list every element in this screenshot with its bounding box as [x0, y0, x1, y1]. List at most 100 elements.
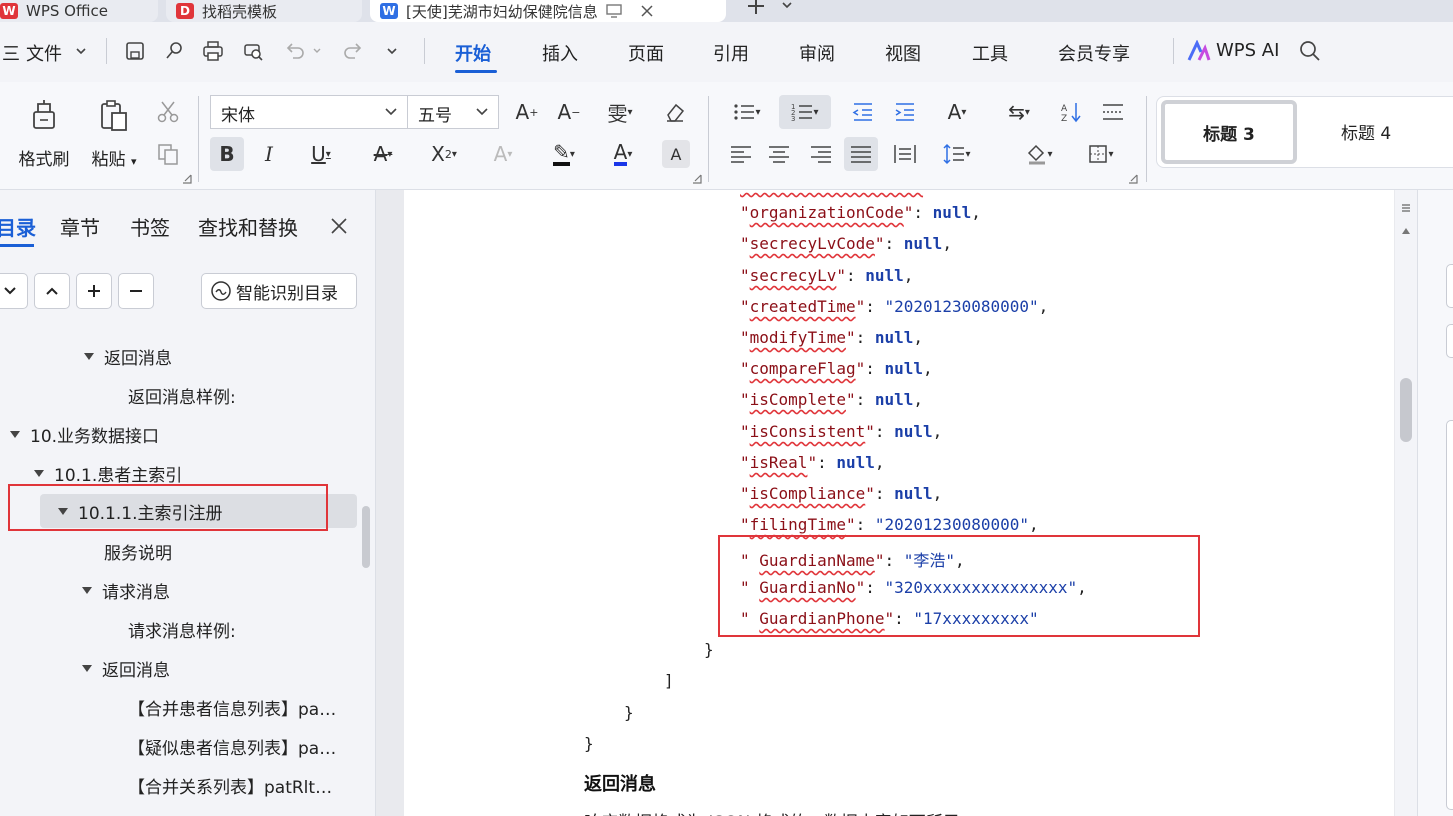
- toc-item[interactable]: 【疑似患者信息列表】pa…: [128, 729, 336, 763]
- search-icon[interactable]: [1299, 40, 1321, 62]
- new-tab-plus-icon[interactable]: [746, 0, 766, 16]
- toc-item[interactable]: 【合并患者信息列表】pa…: [128, 690, 336, 724]
- sort-icon[interactable]: AZ: [1054, 95, 1088, 129]
- toc-item[interactable]: 返回消息: [82, 651, 170, 685]
- collapse-down-button[interactable]: [0, 273, 28, 309]
- tab-current-document[interactable]: W [天使]芜湖市妇幼保健院信息: [370, 0, 726, 22]
- style-heading-3[interactable]: 标题 3: [1161, 100, 1297, 164]
- align-left-icon[interactable]: [724, 137, 758, 171]
- copy-icon[interactable]: [156, 142, 180, 166]
- tab-insert[interactable]: 插入: [542, 40, 578, 66]
- increase-font-icon[interactable]: A +: [510, 95, 544, 129]
- expand-arrow-icon[interactable]: [10, 430, 20, 438]
- line-spacing-icon[interactable]: ▾: [934, 137, 980, 171]
- highlight-color-icon[interactable]: ✎ ▾: [540, 137, 588, 171]
- chevron-down-icon[interactable]: [312, 46, 322, 56]
- bold-icon[interactable]: B: [210, 137, 244, 171]
- tab-bookmarks[interactable]: 书签: [130, 212, 170, 241]
- toc-item[interactable]: 服务说明: [104, 534, 172, 568]
- text-direction-icon[interactable]: ⇆ ▾: [996, 95, 1042, 129]
- chevron-down-icon[interactable]: [780, 0, 794, 12]
- phonetic-guide-icon[interactable]: 雯 ▾: [598, 95, 642, 129]
- redo-icon[interactable]: [342, 40, 364, 62]
- borders-icon[interactable]: ▾: [1078, 137, 1124, 171]
- style-heading-4[interactable]: 标题 4: [1341, 119, 1391, 144]
- italic-icon[interactable]: I: [252, 137, 286, 171]
- strikethrough-icon[interactable]: A ▾: [360, 137, 406, 171]
- numbered-list-icon[interactable]: 1 2 3 ▾: [779, 95, 831, 129]
- paste-button[interactable]: 粘贴 ▾: [84, 98, 144, 170]
- tab-review[interactable]: 审阅: [799, 40, 835, 66]
- dialog-launcher-icon[interactable]: [1128, 174, 1138, 184]
- character-shading-icon[interactable]: A: [662, 140, 690, 168]
- expand-arrow-icon[interactable]: [82, 664, 92, 672]
- close-tab-icon[interactable]: [640, 4, 654, 18]
- smart-toc-button[interactable]: 智能识别目录: [201, 273, 357, 309]
- share-link-icon[interactable]: [163, 40, 185, 62]
- file-menu[interactable]: 文件: [26, 40, 62, 66]
- scroll-up-icon[interactable]: [1401, 226, 1411, 236]
- side-panel-control[interactable]: [1446, 324, 1453, 358]
- toc-item[interactable]: 返回消息: [84, 339, 172, 373]
- show-marks-icon[interactable]: [1096, 95, 1130, 129]
- move-up-button[interactable]: [34, 273, 70, 309]
- dialog-launcher-icon[interactable]: [182, 174, 192, 184]
- increase-indent-icon[interactable]: [888, 95, 922, 129]
- hamburger-menu-icon[interactable]: 三: [2, 40, 20, 66]
- toc-item[interactable]: 返回消息样例:: [128, 378, 236, 412]
- format-painter-button[interactable]: 格式刷: [12, 98, 76, 170]
- font-name-select[interactable]: 宋体: [210, 95, 408, 129]
- expand-arrow-icon[interactable]: [34, 469, 44, 477]
- close-icon[interactable]: [330, 217, 348, 235]
- toc-item[interactable]: 【合并关系列表】patRlt…: [128, 768, 332, 802]
- tab-member[interactable]: 会员专享: [1058, 40, 1130, 66]
- tab-wps-office[interactable]: W WPS Office: [0, 0, 158, 22]
- tab-references[interactable]: 引用: [713, 40, 749, 66]
- toc-item[interactable]: 请求消息样例:: [128, 612, 236, 646]
- collapse-icon[interactable]: [1400, 202, 1412, 214]
- document-scrollbar[interactable]: [1395, 190, 1417, 816]
- align-center-icon[interactable]: [762, 137, 796, 171]
- wps-ai-button[interactable]: WPS AI: [1216, 40, 1279, 61]
- justify-icon[interactable]: [844, 137, 878, 171]
- toc-item[interactable]: 10.业务数据接口: [10, 417, 159, 451]
- document-page[interactable]: "organizationCode": null, "secrecyLvCode…: [404, 190, 1394, 816]
- font-color-icon[interactable]: A ▾: [600, 137, 646, 171]
- text-effect-icon[interactable]: A ▾: [480, 137, 526, 171]
- undo-icon[interactable]: [284, 40, 306, 62]
- tab-page[interactable]: 页面: [628, 40, 664, 66]
- expand-arrow-icon[interactable]: [84, 352, 94, 360]
- distributed-align-icon[interactable]: [888, 137, 922, 171]
- side-panel-control[interactable]: [1446, 420, 1453, 810]
- clear-format-icon[interactable]: [658, 95, 692, 129]
- underline-icon[interactable]: U ▾: [298, 137, 344, 171]
- tab-toc[interactable]: 目录: [0, 212, 36, 241]
- add-heading-button[interactable]: [76, 273, 112, 309]
- tab-templates[interactable]: D 找稻壳模板: [166, 0, 362, 22]
- bullet-list-icon[interactable]: ▾: [724, 95, 770, 129]
- tab-view[interactable]: 视图: [885, 40, 921, 66]
- expand-arrow-icon[interactable]: [82, 586, 92, 594]
- tab-chapters[interactable]: 章节: [60, 212, 100, 241]
- decrease-indent-icon[interactable]: [846, 95, 880, 129]
- chevron-down-icon[interactable]: [74, 44, 88, 58]
- tab-tools[interactable]: 工具: [972, 40, 1008, 66]
- toc-item[interactable]: 请求消息: [82, 573, 170, 607]
- align-right-icon[interactable]: [804, 137, 838, 171]
- dialog-launcher-icon[interactable]: [692, 174, 702, 184]
- scrollbar-thumb[interactable]: [1400, 378, 1412, 442]
- font-size-select[interactable]: 五号: [407, 95, 499, 129]
- chevron-down-icon[interactable]: [385, 44, 399, 58]
- save-icon[interactable]: [124, 40, 146, 62]
- remove-heading-button[interactable]: [118, 273, 154, 309]
- chinese-layout-icon[interactable]: A ▾: [934, 95, 980, 129]
- print-icon[interactable]: [202, 40, 224, 62]
- toc-scrollbar[interactable]: [362, 506, 370, 568]
- side-panel-control[interactable]: [1446, 264, 1453, 308]
- shading-fill-icon[interactable]: ▾: [1016, 137, 1062, 171]
- tab-find-replace[interactable]: 查找和替换: [198, 212, 298, 241]
- decrease-font-icon[interactable]: A −: [552, 95, 586, 129]
- cut-icon[interactable]: [156, 100, 180, 124]
- tab-home[interactable]: 开始: [455, 40, 491, 66]
- superscript-icon[interactable]: X 2 ▾: [420, 137, 468, 171]
